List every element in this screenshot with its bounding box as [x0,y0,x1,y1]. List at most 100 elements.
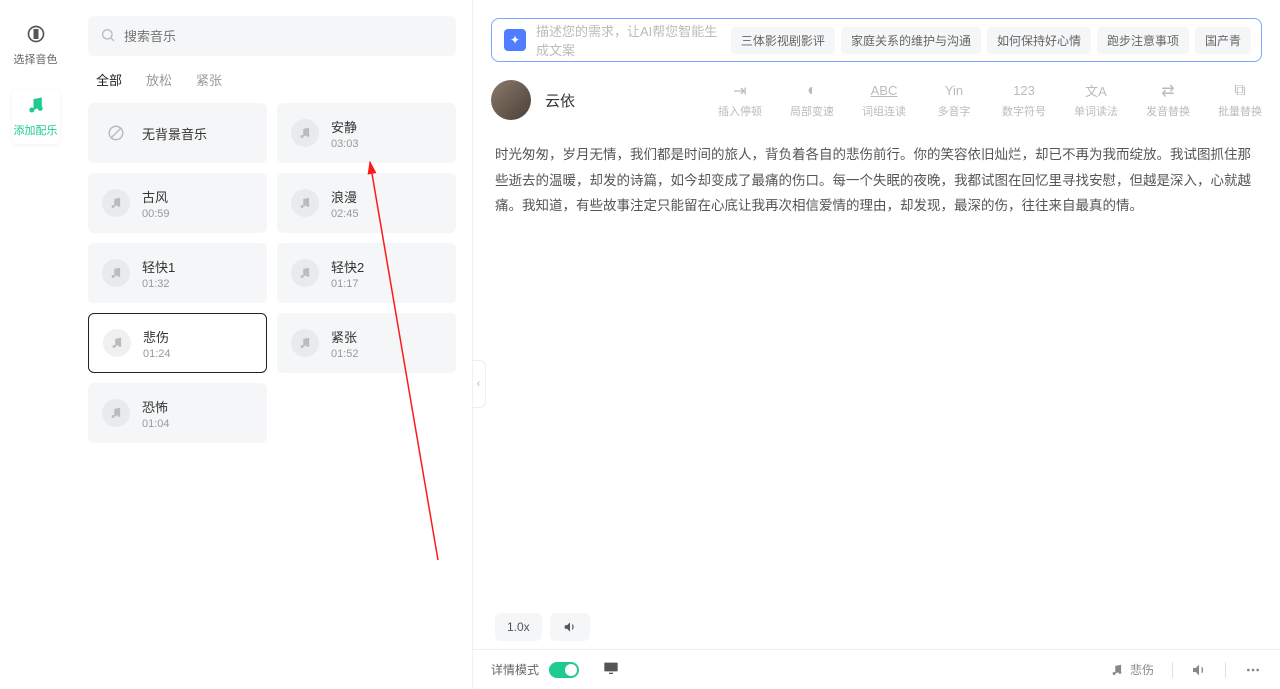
tool-label: 多音字 [938,103,971,119]
track-item[interactable]: 安静 03:03 [277,103,456,163]
footer-volume[interactable] [1191,662,1207,678]
tool-icon: ABC [871,82,898,100]
tab-relax[interactable]: 放松 [146,70,172,89]
track-duration: 01:24 [143,348,171,360]
tool-icon: ◐ [807,82,817,100]
ai-icon: ✦ [504,29,526,51]
note-icon [102,259,130,287]
track-name: 浪漫 [331,187,359,206]
rail-music-label: 添加配乐 [14,122,58,138]
tool-label: 局部变速 [790,103,834,119]
music-tabs: 全部 放松 紧张 [88,56,456,103]
track-duration: 01:52 [331,348,359,360]
tool-icon: ⇄ [1161,82,1174,100]
suggestion-chip[interactable]: 家庭关系的维护与沟通 [841,27,981,54]
ai-suggestions: 三体影视剧影评家庭关系的维护与沟通如何保持好心情跑步注意事项国产青 [731,27,1251,54]
tool-icon: 文A [1085,82,1107,100]
ai-prompt-placeholder: 描述您的需求，让AI帮您智能生成文案 [536,21,721,59]
tool-icon: 123 [1013,82,1035,100]
rail-timbre[interactable]: 选择音色 [12,18,60,73]
tool-多音字[interactable]: Yin 多音字 [934,82,974,119]
speed-button[interactable]: 1.0x [495,613,542,641]
track-name: 紧张 [331,327,359,346]
playback-controls: 1.0x [495,613,590,641]
toolbar: ⇥ 插入停顿 ◐ 局部变速 ABC 词组连读 Yin 多音字 123 数字符号 文A 单词读法 ⇄ 发音替… [718,82,1262,119]
tool-label: 发音替换 [1146,103,1190,119]
tool-批量替换[interactable]: ⧉ 批量替换 [1218,82,1262,119]
tool-icon: ⇥ [733,82,746,100]
tool-icon: ⧉ [1234,82,1245,100]
track-name: 古风 [142,187,170,206]
track-duration: 01:04 [142,418,170,430]
detail-mode-toggle[interactable] [549,662,579,678]
footer-more[interactable] [1244,662,1262,678]
tool-单词读法[interactable]: 文A 单词读法 [1074,82,1118,119]
tool-局部变速[interactable]: ◐ 局部变速 [790,82,834,119]
tab-all[interactable]: 全部 [96,70,122,89]
ai-prompt-bar[interactable]: ✦ 描述您的需求，让AI帮您智能生成文案 三体影视剧影评家庭关系的维护与沟通如何… [491,18,1262,62]
avatar[interactable] [491,80,531,120]
track-duration: 00:59 [142,208,170,220]
tool-label: 数字符号 [1002,103,1046,119]
rail-music[interactable]: 添加配乐 [12,89,60,144]
now-playing[interactable]: 悲伤 [1110,661,1154,678]
track-name: 轻快1 [142,257,175,276]
music-panel: 全部 放松 紧张 无背景音乐 安静 03:03 古风 00:59 浪漫 02:45 轻快1 01… [72,0,472,689]
note-icon [291,189,319,217]
note-icon [102,399,130,427]
track-item[interactable]: 轻快2 01:17 [277,243,456,303]
track-item[interactable]: 紧张 01:52 [277,313,456,373]
track-duration: 01:32 [142,278,175,290]
track-duration: 03:03 [331,138,359,150]
tool-label: 单词读法 [1074,103,1118,119]
track-name: 无背景音乐 [142,124,207,143]
track-grid: 无背景音乐 安静 03:03 古风 00:59 浪漫 02:45 轻快1 01:32 轻快2 01:… [88,103,456,443]
suggestion-chip[interactable]: 跑步注意事项 [1097,27,1189,54]
suggestion-chip[interactable]: 三体影视剧影评 [731,27,835,54]
track-name: 恐怖 [142,397,170,416]
suggestion-chip[interactable]: 国产青 [1195,27,1251,54]
music-icon [26,95,46,118]
search-icon [100,27,116,46]
timbre-icon [26,24,46,47]
search-input[interactable] [124,29,444,44]
rail-timbre-label: 选择音色 [14,51,58,67]
script-text[interactable]: 时光匆匆，岁月无情，我们都是时间的旅人，背负着各自的悲伤前行。你的笑容依旧灿烂，… [473,132,1280,229]
anchor-header: 云依 ⇥ 插入停顿 ◐ 局部变速 ABC 词组连读 Yin 多音字 123 数字符号 文A 单词读法 ⇄… [473,62,1280,132]
track-name: 安静 [331,117,359,136]
anchor-name: 云依 [545,90,575,111]
tool-词组连读[interactable]: ABC 词组连读 [862,82,906,119]
footer-bar: 详情模式 悲伤 [473,649,1280,689]
tool-label: 批量替换 [1218,103,1262,119]
note-icon [291,119,319,147]
volume-button[interactable] [550,613,590,641]
note-icon [103,329,131,357]
tool-发音替换[interactable]: ⇄ 发音替换 [1146,82,1190,119]
search-box[interactable] [88,16,456,56]
track-duration: 01:17 [331,278,364,290]
left-rail: 选择音色 添加配乐 [0,0,72,689]
track-name: 悲伤 [143,327,171,346]
now-playing-label: 悲伤 [1130,661,1154,678]
track-item[interactable]: 轻快1 01:32 [88,243,267,303]
tool-插入停顿[interactable]: ⇥ 插入停顿 [718,82,762,119]
track-item[interactable]: 恐怖 01:04 [88,383,267,443]
tool-icon: Yin [945,82,963,100]
note-icon [102,189,130,217]
note-icon [291,329,319,357]
tab-tense[interactable]: 紧张 [196,70,222,89]
display-icon[interactable] [603,661,619,678]
detail-mode-label: 详情模式 [491,661,539,678]
tool-label: 插入停顿 [718,103,762,119]
tool-label: 词组连读 [862,103,906,119]
track-item[interactable]: 无背景音乐 [88,103,267,163]
editor-panel: ✦ 描述您的需求，让AI帮您智能生成文案 三体影视剧影评家庭关系的维护与沟通如何… [472,0,1280,689]
tool-数字符号[interactable]: 123 数字符号 [1002,82,1046,119]
note-icon [291,259,319,287]
track-item[interactable]: 浪漫 02:45 [277,173,456,233]
track-item[interactable]: 悲伤 01:24 [88,313,267,373]
track-duration: 02:45 [331,208,359,220]
suggestion-chip[interactable]: 如何保持好心情 [987,27,1091,54]
track-item[interactable]: 古风 00:59 [88,173,267,233]
track-name: 轻快2 [331,257,364,276]
